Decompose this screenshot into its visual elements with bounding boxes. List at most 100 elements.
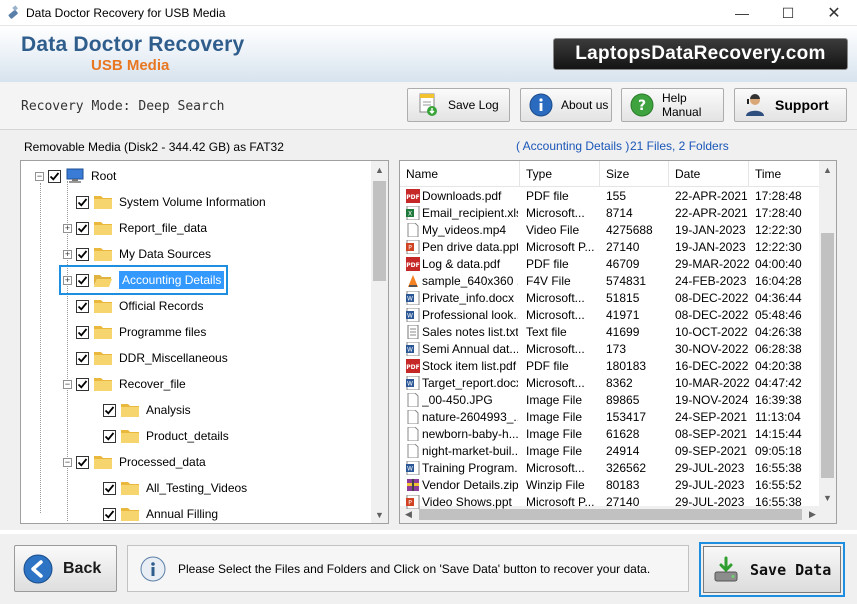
checkbox[interactable] [76,195,89,209]
file-row[interactable]: P Pen drive data.ppt Microsoft P... 27140 19… [400,239,821,256]
file-row[interactable]: nature-2604993_... Image File 153417 24-SEP… [400,409,821,426]
column-header[interactable]: Type [520,161,600,187]
folder-tree[interactable]: ▲ ▼ − Root System Volume Information + Repor… [20,160,389,524]
checkbox[interactable] [103,507,116,521]
scroll-down-icon[interactable]: ▼ [371,506,388,523]
expander-icon[interactable]: − [63,457,72,467]
file-size: 89865 [606,393,640,407]
expander-icon[interactable]: + [63,275,72,285]
save-data-button[interactable]: Save Data [699,542,845,597]
tree-node[interactable]: Official Records [63,295,203,317]
file-row[interactable]: W Private_info.docx Microsoft... 51815 08-DE… [400,290,821,307]
file-row[interactable]: W Professional look... Microsoft... 41971 08… [400,307,821,324]
tree-node[interactable]: + My Data Sources [63,243,211,265]
minimize-button[interactable]: — [719,0,765,26]
expander-icon[interactable]: + [63,249,72,259]
tree-node[interactable]: − Recover_file [63,373,186,395]
file-time: 17:28:40 [755,206,802,220]
file-row[interactable]: newborn-baby-h... Image File 61628 08-SEP-2… [400,426,821,443]
file-row[interactable]: Sales notes list.txt Text file 41699 10-OCT… [400,324,821,341]
tree-node-label: All_Testing_Videos [146,481,248,495]
checkbox[interactable] [76,351,89,365]
checkbox[interactable] [76,247,89,261]
tree-node[interactable]: + Accounting Details [58,265,229,295]
file-time: 04:00:40 [755,257,802,271]
file-size: 8714 [606,206,633,220]
list-scroll-down-icon[interactable]: ▼ [819,489,836,506]
file-list[interactable]: Name Type Size Date Time ▲ ▼ ◀ ▶ PDF Download… [399,160,837,524]
column-header[interactable]: Time [749,161,821,187]
tree-node-label: Report_file_data [119,221,208,235]
checkbox[interactable] [103,481,116,495]
file-name: Private_info.docx [422,291,515,305]
file-row[interactable]: Vendor Details.zip Winzip File 80183 29-JUL… [400,477,821,494]
column-header[interactable]: Name [400,161,520,187]
tree-scroll-thumb[interactable] [373,181,386,281]
checkbox[interactable] [76,273,89,287]
back-label: Back [63,559,102,577]
help-manual-button[interactable]: ? Help Manual [621,88,724,122]
back-arrow-icon [23,554,53,583]
file-date: 10-MAR-2022 [675,376,750,390]
expander-icon[interactable]: − [63,379,72,389]
checkbox[interactable] [103,429,116,443]
tree-node[interactable]: Analysis [90,399,191,421]
column-header[interactable]: Date [669,161,749,187]
checkbox[interactable] [76,299,89,313]
tree-node[interactable]: Annual Filling [90,503,218,523]
file-date: 22-APR-2021 [675,189,748,203]
file-date: 09-SEP-2021 [675,444,748,458]
checkbox[interactable] [76,377,89,391]
file-row[interactable]: My_videos.mp4 Video File 4275688 19-JAN-202… [400,222,821,239]
list-vertical-scrollbar[interactable]: ▲ ▼ [819,161,836,523]
tree-guide-line [40,183,41,513]
tree-node[interactable]: − Processed_data [63,451,206,473]
tree-node[interactable]: − Root [35,165,116,187]
file-row[interactable]: sample_640x360 ... F4V File 574831 24-FEB-2… [400,273,821,290]
support-button[interactable]: Support [734,88,847,122]
file-row[interactable]: PDF Stock item list.pdf PDF file 180183 16-D… [400,358,821,375]
file-row[interactable]: W Target_report.docx Microsoft... 8362 10-MA… [400,375,821,392]
checkbox[interactable] [76,455,89,469]
about-us-button[interactable]: About us [520,88,612,122]
file-row[interactable]: night-market-buil... Image File 24914 09-SE… [400,443,821,460]
file-row[interactable]: PDF Downloads.pdf PDF file 155 22-APR-2021 17… [400,188,821,205]
expander-icon[interactable]: − [35,171,44,181]
file-row[interactable]: _00-450.JPG Image File 89865 19-NOV-2024 16:… [400,392,821,409]
vlc-file-icon [406,274,420,288]
expander-icon[interactable]: + [63,223,72,233]
info-icon [140,556,166,581]
zip-file-icon [406,478,420,492]
checkbox[interactable] [103,403,116,417]
back-button[interactable]: Back [14,545,117,592]
checkbox[interactable] [76,221,89,235]
scroll-up-icon[interactable]: ▲ [371,161,388,178]
tree-node[interactable]: Programme files [63,321,206,343]
checkbox[interactable] [76,325,89,339]
file-row[interactable]: PDF Log & data.pdf PDF file 46709 29-MAR-202… [400,256,821,273]
tree-vertical-scrollbar[interactable]: ▲ ▼ [371,161,388,523]
tree-node[interactable]: + Report_file_data [63,217,207,239]
tree-node[interactable]: Product_details [90,425,229,447]
website-badge[interactable]: LaptopsDataRecovery.com [553,38,848,70]
column-header[interactable]: Size [600,161,669,187]
file-row[interactable]: W Training Program... Microsoft... 326562 29… [400,460,821,477]
file-date: 29-JUL-2023 [675,495,745,509]
file-row[interactable]: X Email_recipient.xlsx Microsoft... 8714 22-… [400,205,821,222]
svg-text:PDF: PDF [406,364,419,371]
tree-node[interactable]: All_Testing_Videos [90,477,247,499]
checkbox[interactable] [48,169,61,183]
file-time: 06:28:38 [755,342,802,356]
file-size: 80183 [606,478,640,492]
support-label: Support [775,97,829,113]
close-button[interactable]: ✕ [811,0,857,26]
tree-node[interactable]: System Volume Information [63,191,266,213]
list-scroll-up-icon[interactable]: ▲ [819,161,836,178]
tree-node[interactable]: DDR_Miscellaneous [63,347,228,369]
file-type: Video File [526,223,580,237]
maximize-button[interactable]: ☐ [765,0,811,26]
file-row[interactable]: P Video Shows.ppt Microsoft P... 27140 29-JU… [400,494,821,511]
save-log-button[interactable]: Save Log [407,88,510,122]
file-row[interactable]: W Semi Annual dat... Microsoft... 173 30-NOV… [400,341,821,358]
list-scroll-thumb[interactable] [821,233,834,478]
